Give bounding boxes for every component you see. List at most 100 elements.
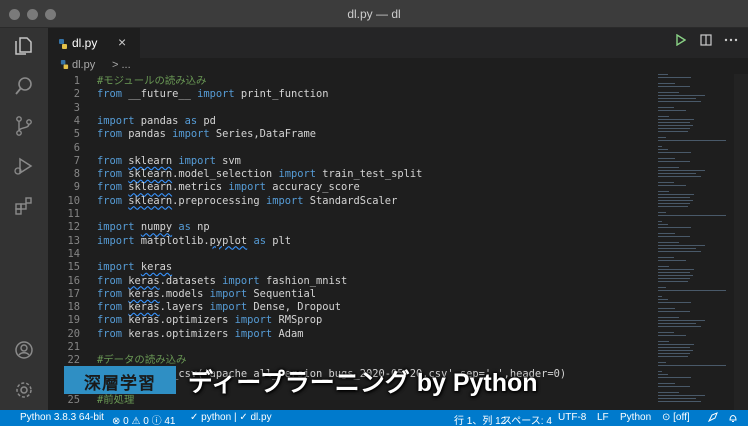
notifications-bell-icon[interactable]: [728, 412, 738, 426]
minimap-line: [658, 101, 702, 102]
code-line[interactable]: 2 from __future__ import print_function: [48, 88, 656, 101]
code-token: __future__: [122, 88, 198, 101]
extensions-icon[interactable]: [12, 194, 36, 218]
minimap-line: [658, 206, 688, 207]
line-number: 15: [67, 261, 80, 274]
minimap-line: [658, 137, 667, 138]
source-control-icon[interactable]: [12, 114, 36, 138]
code-token: Sequential: [247, 287, 316, 300]
more-actions-icon[interactable]: [724, 34, 738, 49]
minimap-line: [658, 353, 691, 354]
code-token: svm: [215, 154, 241, 167]
line-number: 12: [67, 221, 80, 234]
code-line[interactable]: 8 from sklearn.model_selection import tra…: [48, 168, 656, 181]
code-line[interactable]: 15 import keras: [48, 261, 656, 274]
breadcrumb-file[interactable]: dl.py: [72, 59, 95, 71]
cursor-position[interactable]: 行 1、列 12: [454, 412, 506, 426]
minimap-line: [658, 98, 696, 99]
tab-dl-py[interactable]: dl.py ×: [48, 28, 140, 58]
code-token: sklearn: [128, 168, 173, 181]
run-icon[interactable]: [676, 33, 687, 49]
end-of-line[interactable]: LF: [597, 412, 609, 423]
code-token: sklearn: [128, 194, 173, 207]
language-mode[interactable]: Python: [620, 412, 651, 423]
minimap-line: [658, 242, 679, 243]
code-line[interactable]: 3: [48, 102, 656, 115]
minimap-line: [658, 194, 694, 195]
code-token: keras: [128, 274, 160, 287]
search-icon[interactable]: [12, 74, 36, 98]
python-interpreter[interactable]: Python 3.8.3 64-bit: [20, 412, 104, 423]
minimap[interactable]: [656, 74, 734, 410]
split-editor-icon[interactable]: [700, 34, 712, 49]
code-token: from: [97, 287, 123, 300]
problems-count[interactable]: ⊗ 0 ⚠ 0 ⓘ 41: [112, 412, 175, 426]
code-line[interactable]: 18 from keras.layers import Dense, Dropou…: [48, 301, 656, 314]
minimap-line: [658, 227, 692, 228]
minimap-line: [658, 311, 690, 312]
code-line[interactable]: 5 from pandas import Series,DataFrame: [48, 128, 656, 141]
code-token: pd: [197, 114, 216, 127]
code-token: import: [172, 128, 210, 141]
code-line[interactable]: 9 from sklearn.metrics import accuracy_sc…: [48, 181, 656, 194]
code-token: from: [97, 154, 123, 167]
code-token: #前処理: [97, 394, 135, 407]
code-line[interactable]: 14: [48, 248, 656, 261]
breadcrumb-symbol[interactable]: > ...: [112, 59, 131, 71]
code-text: from sklearn import svm: [97, 155, 241, 168]
code-line[interactable]: 4 import pandas as pd: [48, 115, 656, 128]
minimap-line: [658, 287, 667, 288]
minimap-line: [658, 221, 662, 222]
account-icon[interactable]: [12, 338, 36, 362]
minimap-line: [658, 401, 702, 402]
code-line[interactable]: 7 from sklearn import svm: [48, 155, 656, 168]
code-token: as: [184, 114, 198, 127]
feedback-icon[interactable]: [707, 412, 718, 425]
minimap-line: [658, 347, 690, 348]
code-line[interactable]: 11: [48, 208, 656, 221]
code-line[interactable]: 20 from keras.optimizers import Adam: [48, 328, 656, 341]
code-token: Series,DataFrame: [209, 128, 316, 141]
files-icon[interactable]: [12, 34, 36, 58]
code-line[interactable]: 16 from keras.datasets import fashion_mni…: [48, 275, 656, 288]
live-share-status[interactable]: ⊙ [off]: [662, 412, 690, 423]
line-number: 5: [73, 128, 80, 141]
settings-gear-icon[interactable]: [12, 378, 36, 402]
editor-scrollbar[interactable]: [734, 74, 748, 410]
minimap-line: [658, 320, 705, 321]
minimap-line: [658, 92, 679, 93]
minimap-line: [658, 182, 675, 183]
line-number: 2: [73, 88, 80, 101]
close-icon[interactable]: ×: [118, 34, 126, 50]
run-debug-icon[interactable]: [12, 154, 36, 178]
code-token: as: [178, 221, 191, 234]
code-text: import matplotlib.pyplot as plt: [97, 235, 291, 248]
indentation[interactable]: スペース: 4: [502, 412, 552, 426]
encoding[interactable]: UTF-8: [558, 412, 586, 423]
minimap-line: [658, 176, 702, 177]
minimap-line: [658, 341, 669, 342]
code-line[interactable]: 1 #モジュールの読み込み: [48, 75, 656, 88]
python-check-status[interactable]: ✓ python | ✓ dl.py: [190, 412, 272, 423]
minimap-line: [658, 377, 692, 378]
code-line[interactable]: 19 from keras.optimizers import RMSprop: [48, 314, 656, 327]
code-line[interactable]: 6: [48, 142, 656, 155]
code-line[interactable]: 10 from sklearn.preprocessing import Stan…: [48, 195, 656, 208]
line-number: 19: [67, 314, 80, 327]
minimap-line: [658, 299, 668, 300]
overlay-title: ディープラーニング by Python: [188, 369, 538, 397]
minimap-line: [658, 119, 694, 120]
code-token: from: [97, 128, 123, 141]
code-line[interactable]: 21: [48, 341, 656, 354]
code-line[interactable]: 13 import matplotlib.pyplot as plt: [48, 235, 656, 248]
line-number: 4: [73, 114, 80, 127]
activity-bar: [0, 28, 48, 410]
minimap-line: [658, 131, 688, 132]
code-editor[interactable]: 1 #モジュールの読み込み 2 from __future__ import prin…: [48, 74, 656, 410]
code-token: matplotlib.: [134, 234, 210, 247]
code-token: numpy: [140, 221, 173, 234]
code-line[interactable]: 12 import numpy as np: [48, 221, 656, 234]
minimap-line: [658, 275, 694, 276]
code-text: import numpy as np: [97, 221, 210, 234]
code-line[interactable]: 17 from keras.models import Sequential: [48, 288, 656, 301]
